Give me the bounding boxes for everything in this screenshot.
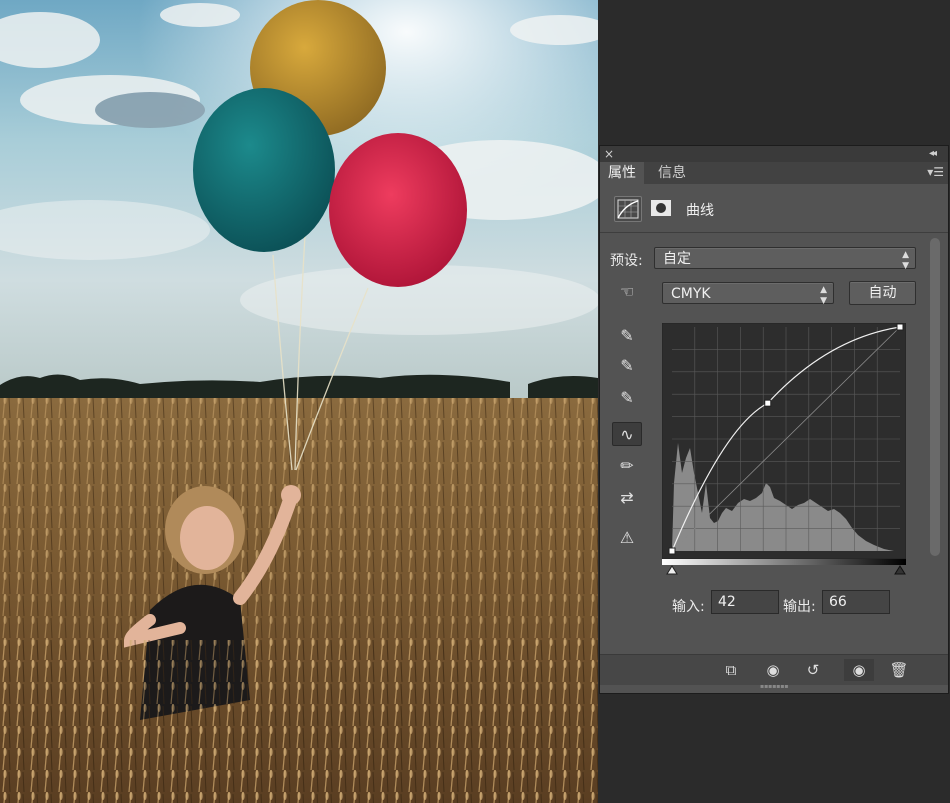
- close-icon[interactable]: ×: [604, 146, 614, 162]
- reset-icon[interactable]: ↺: [798, 659, 828, 681]
- channel-value: CMYK: [671, 286, 711, 302]
- tab-info[interactable]: 信息: [650, 162, 694, 184]
- preset-dropdown[interactable]: 自定 ▲ ▼: [654, 247, 916, 271]
- curve-control-point[interactable]: [668, 547, 676, 555]
- black-point-slider: [666, 565, 678, 575]
- smooth-curve-icon[interactable]: ⇄: [612, 486, 642, 510]
- preset-value: 自定: [663, 251, 691, 267]
- resize-grip-icon[interactable]: ▪▪▪▪▪▪▪: [760, 684, 788, 690]
- dropdown-arrows-icon: ▲ ▼: [902, 250, 909, 271]
- panel-tab-bar: 属性 信息 ▾☰: [600, 162, 948, 184]
- dropdown-arrows-icon: ▲ ▼: [820, 285, 827, 306]
- white-point-eyedropper-icon[interactable]: ✎: [612, 386, 642, 410]
- panel-scrollbar[interactable]: [930, 238, 940, 556]
- delete-icon[interactable]: 🗑: [884, 659, 914, 681]
- input-label: 输入:: [672, 599, 705, 615]
- preset-label: 预设:: [610, 253, 643, 269]
- curves-graph[interactable]: [661, 322, 907, 560]
- clipping-warning-icon[interactable]: ⚠: [612, 526, 642, 550]
- properties-panel: 属性 信息 ▾☰ 曲线 预设: 自定 ▲ ▼ ☜ CMYK ▲ ▼ 自动 ✎ ✎…: [600, 146, 948, 693]
- panel-menu-icon[interactable]: ▾☰: [927, 165, 944, 179]
- clip-to-layer-icon[interactable]: ⧉: [716, 659, 746, 681]
- view-previous-state-icon[interactable]: ◉: [758, 659, 788, 681]
- auto-button[interactable]: 自动: [849, 281, 916, 305]
- document-image: [0, 0, 598, 803]
- output-value-field[interactable]: 66: [822, 590, 890, 614]
- layer-mask-icon[interactable]: [648, 196, 674, 220]
- gray-point-eyedropper-icon[interactable]: ✎: [612, 354, 642, 378]
- input-value-field[interactable]: 42: [711, 590, 779, 614]
- curve-control-point[interactable]: [764, 399, 772, 407]
- tab-properties[interactable]: 属性: [600, 162, 644, 184]
- curve-edit-points-icon[interactable]: ∿: [612, 422, 642, 446]
- toggle-visibility-icon[interactable]: ◉: [844, 659, 874, 681]
- collapse-panel-icon[interactable]: ◂◂: [929, 146, 937, 162]
- pencil-draw-icon[interactable]: ✏: [612, 454, 642, 478]
- white-point-slider: [894, 565, 906, 575]
- black-point-eyedropper-icon[interactable]: ✎: [612, 324, 642, 348]
- curves-adjustment-icon[interactable]: [614, 196, 642, 222]
- adjustment-title: 曲线: [686, 203, 714, 219]
- output-label: 输出:: [783, 599, 816, 615]
- on-image-adjust-hand-icon[interactable]: ☜: [612, 280, 642, 304]
- channel-dropdown[interactable]: CMYK ▲ ▼: [662, 282, 834, 306]
- panel-title-bar: [600, 146, 948, 162]
- panel-bottom-toolbar: ⧉ ◉ ↺ ◉ 🗑: [600, 654, 948, 685]
- curve-control-point[interactable]: [896, 323, 904, 331]
- properties-header: 曲线: [600, 184, 948, 233]
